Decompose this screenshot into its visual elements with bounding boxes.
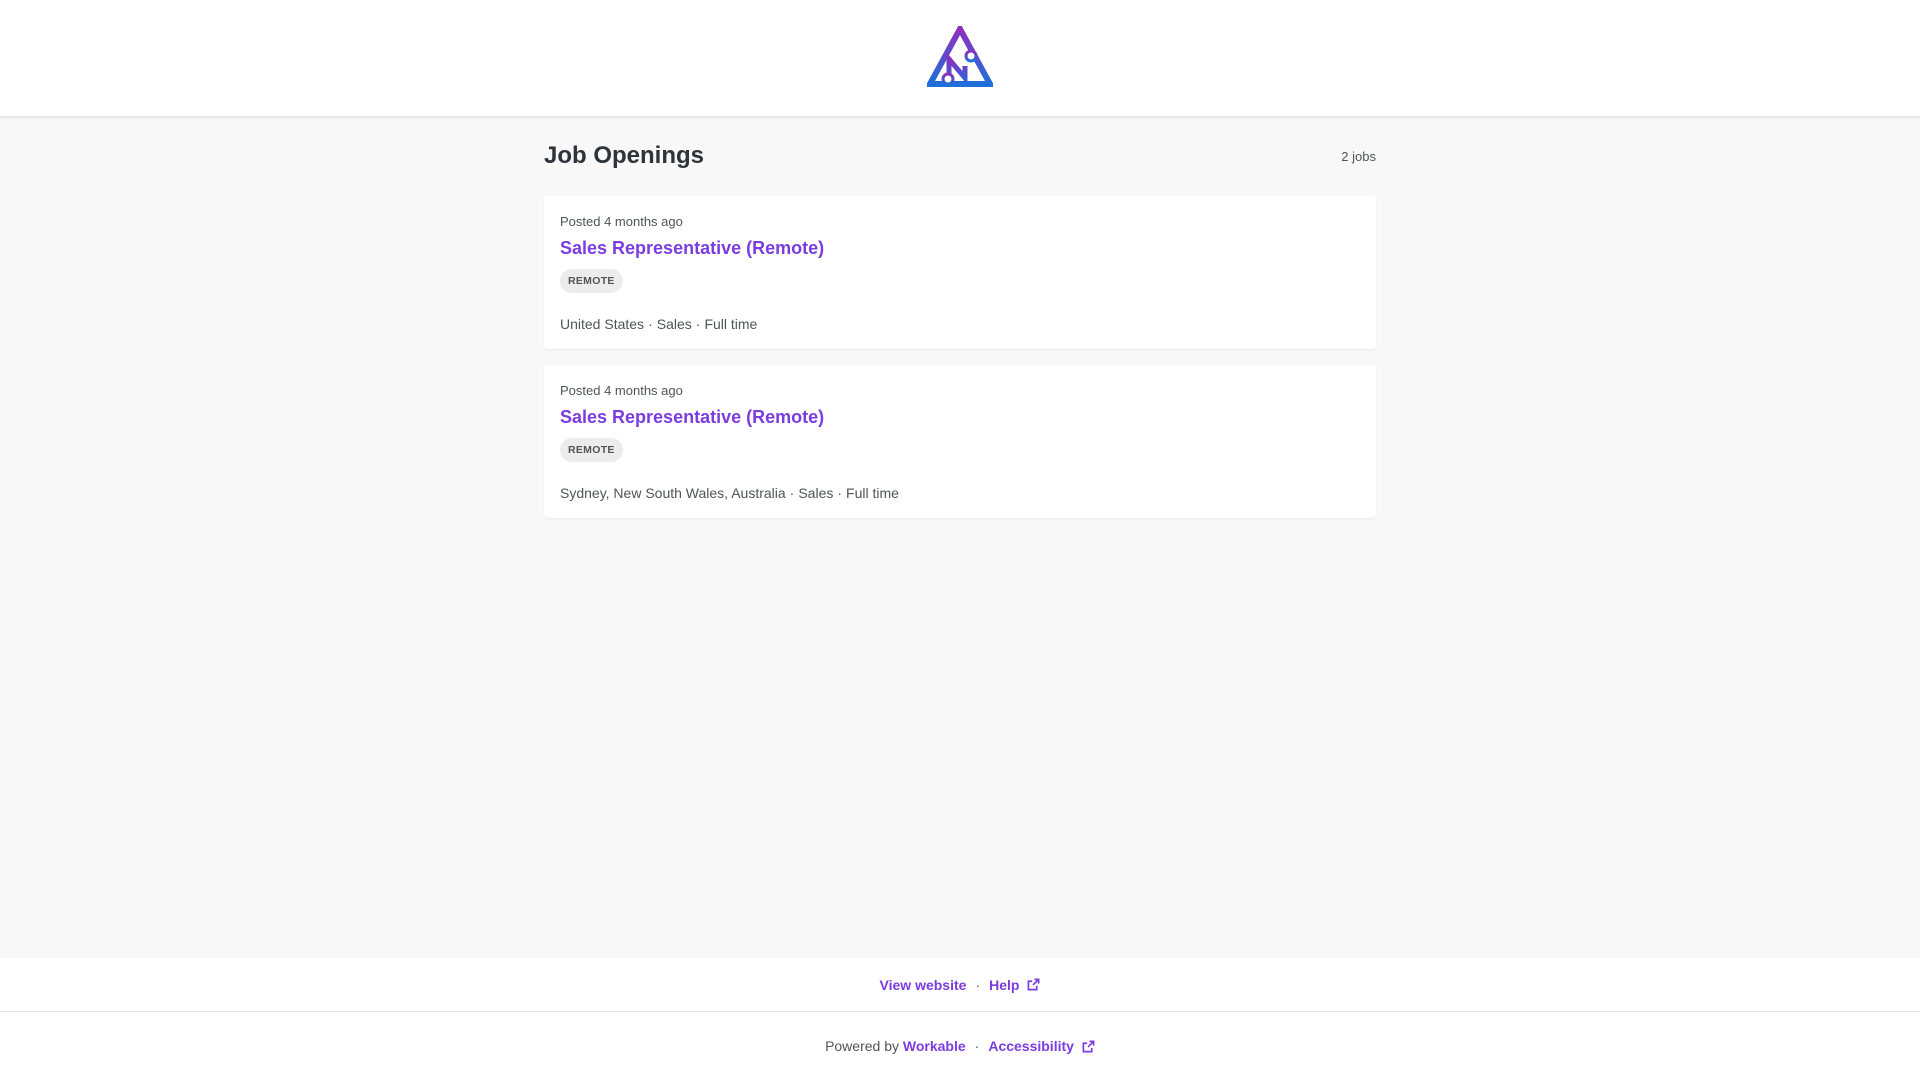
help-link-label: Help — [989, 976, 1020, 993]
remote-badge: REMOTE — [560, 438, 623, 462]
job-card[interactable]: Posted 4 months ago Sales Representative… — [544, 365, 1376, 518]
job-details: United States · Sales · Full time — [560, 316, 1360, 333]
posted-date: Posted 4 months ago — [560, 383, 683, 398]
list-header: Job Openings 2 jobs — [544, 116, 1376, 196]
external-link-icon — [1082, 1040, 1095, 1052]
page-title: Job Openings — [544, 142, 705, 169]
job-type: Full time — [846, 485, 899, 501]
footer-separator: · — [974, 1038, 980, 1054]
powered-by-text: Powered by — [825, 1038, 899, 1054]
job-title-link[interactable]: Sales Representative (Remote) — [560, 237, 824, 259]
separator: · — [789, 485, 795, 501]
job-card[interactable]: Posted 4 months ago Sales Representative… — [544, 196, 1376, 349]
job-department: Sales — [798, 485, 834, 501]
separator: · — [837, 485, 843, 501]
help-link[interactable]: Help — [989, 977, 1040, 993]
separator: · — [648, 316, 653, 332]
separator: · — [695, 316, 701, 332]
job-details: Sydney, New South Wales, Australia · Sales… — [560, 485, 1360, 502]
top-header — [0, 0, 1920, 116]
workable-link[interactable]: Workable — [903, 1038, 966, 1054]
footer-separator: · — [975, 976, 981, 993]
job-title-link[interactable]: Sales Representative (Remote) — [560, 406, 824, 428]
view-website-link[interactable]: View website — [880, 977, 967, 993]
posted-date: Posted 4 months ago — [560, 214, 683, 229]
job-location: United States — [560, 316, 645, 332]
external-link-icon — [1028, 978, 1040, 991]
footer-links: View website · Help — [0, 958, 1920, 1012]
job-department: Sales — [656, 316, 692, 332]
page-footer: View website · Help Powered by Workable … — [0, 958, 1920, 1080]
job-count: 2 jobs — [1341, 148, 1376, 164]
job-location: Sydney, New South Wales, Australia — [560, 485, 786, 501]
footer-credits: Powered by Workable · Accessibility — [0, 1012, 1920, 1080]
job-list-section: Job Openings 2 jobs Posted 4 months ago … — [544, 116, 1376, 534]
accessibility-link-label: Accessibility — [988, 1038, 1074, 1054]
careers-page: Job Openings 2 jobs Posted 4 months ago … — [0, 0, 1920, 1080]
remote-badge: REMOTE — [560, 269, 623, 293]
accessibility-link[interactable]: Accessibility — [988, 1038, 1095, 1054]
company-logo-icon[interactable] — [927, 26, 993, 88]
job-type: Full time — [704, 316, 758, 332]
